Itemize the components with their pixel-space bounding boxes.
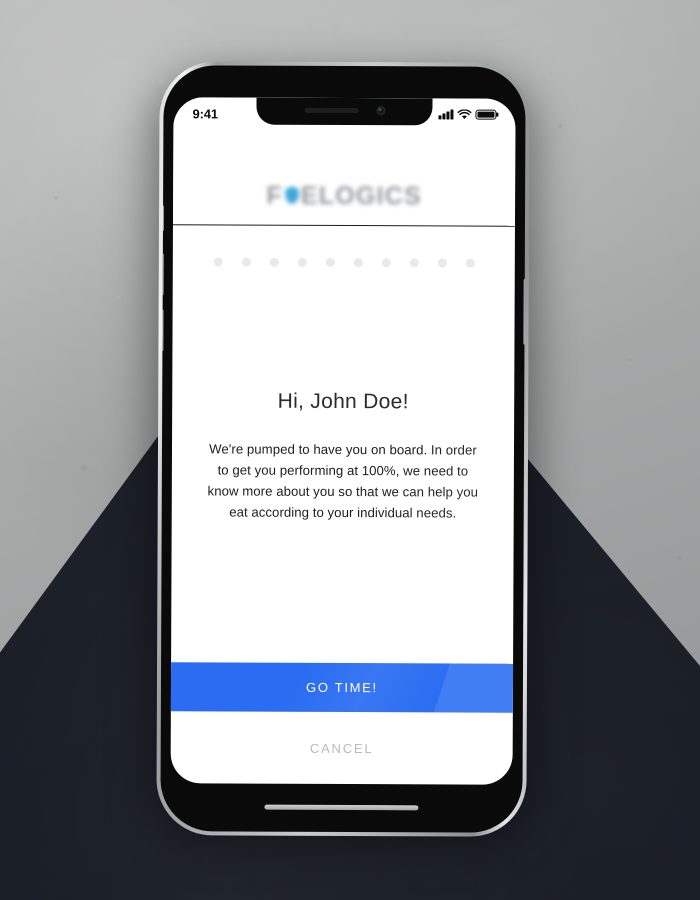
onboarding-content: Hi, John Doe! We're pumped to have you o… (172, 389, 515, 524)
greeting-heading: Hi, John Doe! (277, 389, 409, 414)
volume-down-button[interactable] (160, 309, 164, 352)
cancel-button[interactable]: CANCEL (171, 723, 513, 772)
button-sheen (426, 662, 514, 713)
onboarding-progress-dots (173, 257, 515, 268)
wifi-icon (457, 108, 472, 119)
app-logo: F ELOGICS (266, 182, 422, 212)
intro-paragraph: We're pumped to have you on board. In or… (207, 441, 479, 521)
battery-icon (475, 109, 497, 120)
progress-dot-1[interactable] (213, 257, 223, 267)
status-bar-time: 9:41 (192, 105, 219, 121)
app-logo-text-left: F (266, 181, 283, 210)
progress-dot-6[interactable] (353, 258, 363, 268)
progress-dot-2[interactable] (241, 257, 251, 267)
volume-up-button[interactable] (160, 253, 164, 296)
signal-bars-icon (438, 109, 454, 120)
status-bar: 9:41 (173, 97, 515, 128)
progress-dot-9[interactable] (437, 258, 447, 268)
app-logo-text-right: ELOGICS (300, 181, 422, 211)
mute-switch[interactable] (160, 205, 165, 232)
phone-body: F ELOGICS 9:41 Hi, John Doe! We're pumpe… (160, 65, 526, 833)
go-time-button[interactable]: GO TIME! (170, 662, 514, 713)
smartphone-device: F ELOGICS 9:41 Hi, John Doe! We're pumpe… (156, 61, 530, 837)
progress-dot-4[interactable] (297, 257, 307, 267)
speaker-grille-icon (264, 804, 419, 811)
status-bar-indicators (438, 108, 497, 120)
progress-dot-7[interactable] (381, 258, 391, 268)
progress-dot-8[interactable] (409, 258, 419, 268)
water-drop-icon (284, 186, 299, 204)
phone-screen: F ELOGICS 9:41 Hi, John Doe! We're pumpe… (170, 97, 516, 785)
progress-dot-5[interactable] (325, 257, 335, 267)
progress-dot-10[interactable] (465, 258, 475, 268)
power-button[interactable] (523, 278, 526, 345)
go-time-button-label: GO TIME! (305, 679, 378, 696)
progress-dot-3[interactable] (269, 257, 279, 267)
